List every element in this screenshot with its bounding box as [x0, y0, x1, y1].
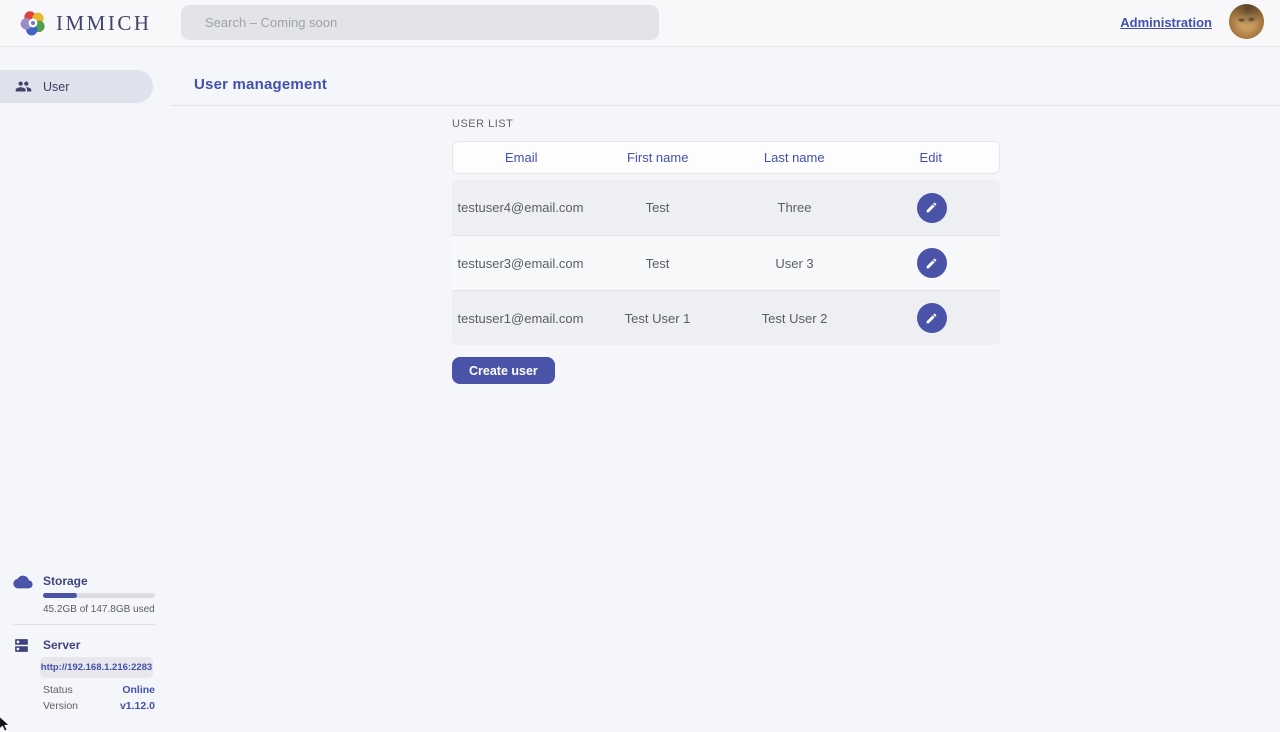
user-list-section-label: USER LIST — [452, 118, 513, 130]
edit-user-button[interactable] — [917, 248, 947, 278]
column-header-email: Email — [505, 150, 538, 165]
app-logo[interactable]: IMMICH — [18, 8, 152, 38]
server-title: Server — [43, 638, 80, 652]
pencil-icon — [925, 201, 938, 214]
column-header-edit: Edit — [920, 150, 942, 165]
pencil-icon — [925, 257, 938, 270]
page-title: User management — [194, 76, 327, 93]
user-avatar[interactable] — [1229, 4, 1264, 39]
header-divider — [170, 105, 1280, 106]
user-last-name: Test User 2 — [762, 311, 828, 326]
footer-divider — [14, 624, 155, 625]
status-value: Online — [122, 684, 155, 696]
status-label: Status — [43, 684, 73, 696]
edit-user-button[interactable] — [917, 193, 947, 223]
user-first-name: Test — [646, 256, 670, 271]
user-first-name: Test — [646, 200, 670, 215]
user-last-name: User 3 — [775, 256, 813, 271]
server-url-badge: http://192.168.1.216:2283 — [40, 657, 153, 678]
server-version-row: Version v1.12.0 — [43, 700, 155, 712]
immich-flower-icon — [18, 8, 48, 38]
cloud-icon — [13, 574, 33, 590]
user-table-body: testuser4@email.com Test Three testuser3… — [452, 180, 1000, 345]
edit-user-button[interactable] — [917, 303, 947, 333]
version-label: Version — [43, 700, 78, 712]
server-status-row: Status Online — [43, 684, 155, 696]
server-icon — [13, 637, 30, 654]
sidebar-item-label: User — [43, 80, 69, 94]
user-first-name: Test User 1 — [625, 311, 691, 326]
create-user-button[interactable]: Create user — [452, 357, 555, 384]
search-input[interactable] — [181, 5, 659, 40]
administration-link[interactable]: Administration — [1120, 15, 1212, 30]
sidebar-item-user[interactable]: User — [0, 70, 153, 103]
version-value: v1.12.0 — [120, 700, 155, 712]
user-last-name: Three — [778, 200, 812, 215]
users-icon — [15, 78, 32, 95]
column-header-first-name: First name — [627, 150, 688, 165]
storage-title: Storage — [43, 574, 88, 588]
user-email: testuser1@email.com — [458, 311, 584, 326]
table-row: testuser3@email.com Test User 3 — [452, 235, 1000, 290]
user-email: testuser4@email.com — [458, 200, 584, 215]
pencil-icon — [925, 312, 938, 325]
column-header-last-name: Last name — [764, 150, 825, 165]
user-table-header: Email First name Last name Edit — [452, 141, 1000, 174]
storage-progress-bar — [43, 593, 155, 598]
storage-usage-text: 45.2GB of 147.8GB used — [43, 604, 155, 615]
table-row: testuser1@email.com Test User 1 Test Use… — [452, 290, 1000, 345]
user-email: testuser3@email.com — [458, 256, 584, 271]
app-name: IMMICH — [56, 11, 152, 36]
top-navbar: IMMICH Administration — [0, 0, 1280, 47]
storage-progress-fill — [43, 593, 77, 598]
table-row: testuser4@email.com Test Three — [452, 180, 1000, 235]
